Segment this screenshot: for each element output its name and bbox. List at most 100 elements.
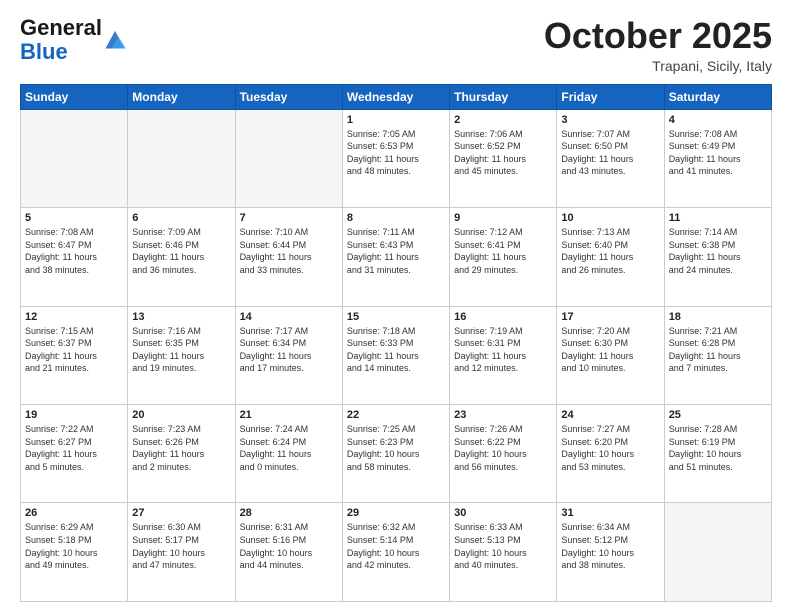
table-row: 11 Sunrise: 7:14 AM Sunset: 6:38 PM Dayli… bbox=[664, 208, 771, 306]
day-number: 11 bbox=[669, 212, 767, 224]
table-row bbox=[21, 109, 128, 207]
day-info: Sunrise: 7:19 AM Sunset: 6:31 PM Dayligh… bbox=[454, 325, 552, 375]
table-row: 24Sunrise: 7:27 AM Sunset: 6:20 PM Dayli… bbox=[557, 405, 664, 503]
table-row: 26 Sunrise: 6:29 AM Sunset: 5:18 PM Dayli… bbox=[21, 503, 128, 602]
day-info: Sunrise: 7:17 AM Sunset: 6:34 PM Dayligh… bbox=[240, 325, 338, 375]
table-row: 10Sunrise: 7:13 AM Sunset: 6:40 PM Dayli… bbox=[557, 208, 664, 306]
day-info: Sunrise: 6:33 AM Sunset: 5:13 PM Dayligh… bbox=[454, 521, 552, 571]
day-number: 12 bbox=[25, 311, 123, 323]
day-number: 30 bbox=[454, 507, 552, 519]
col-monday: Monday bbox=[128, 84, 235, 109]
day-number: 22 bbox=[347, 409, 445, 421]
day-info: Sunrise: 7:21 AM Sunset: 6:28 PM Dayligh… bbox=[669, 325, 767, 375]
day-number: 2 bbox=[454, 114, 552, 126]
calendar-week-row: 26 Sunrise: 6:29 AM Sunset: 5:18 PM Dayli… bbox=[21, 503, 772, 602]
day-info: Sunrise: 7:26 AM Sunset: 6:22 PM Dayligh… bbox=[454, 423, 552, 473]
day-number: 20 bbox=[132, 409, 230, 421]
day-number: 10 bbox=[561, 212, 659, 224]
day-info: Sunrise: 7:22 AM Sunset: 6:27 PM Dayligh… bbox=[25, 423, 123, 473]
table-row: 20Sunrise: 7:23 AM Sunset: 6:26 PM Dayli… bbox=[128, 405, 235, 503]
day-number: 8 bbox=[347, 212, 445, 224]
table-row: 16Sunrise: 7:19 AM Sunset: 6:31 PM Dayli… bbox=[450, 306, 557, 404]
day-number: 31 bbox=[561, 507, 659, 519]
col-thursday: Thursday bbox=[450, 84, 557, 109]
day-number: 27 bbox=[132, 507, 230, 519]
table-row bbox=[664, 503, 771, 602]
table-row: 1 Sunrise: 7:05 AM Sunset: 6:53 PM Daylig… bbox=[342, 109, 449, 207]
logo-text: General Blue bbox=[20, 16, 102, 64]
day-number: 14 bbox=[240, 311, 338, 323]
col-sunday: Sunday bbox=[21, 84, 128, 109]
table-row: 2 Sunrise: 7:06 AM Sunset: 6:52 PM Daylig… bbox=[450, 109, 557, 207]
day-number: 4 bbox=[669, 114, 767, 126]
day-info: Sunrise: 7:25 AM Sunset: 6:23 PM Dayligh… bbox=[347, 423, 445, 473]
logo-icon bbox=[104, 28, 126, 50]
calendar-week-row: 1 Sunrise: 7:05 AM Sunset: 6:53 PM Daylig… bbox=[21, 109, 772, 207]
day-info: Sunrise: 7:27 AM Sunset: 6:20 PM Dayligh… bbox=[561, 423, 659, 473]
table-row: 13Sunrise: 7:16 AM Sunset: 6:35 PM Dayli… bbox=[128, 306, 235, 404]
day-info: Sunrise: 7:07 AM Sunset: 6:50 PM Dayligh… bbox=[561, 128, 659, 178]
table-row bbox=[235, 109, 342, 207]
day-info: Sunrise: 6:32 AM Sunset: 5:14 PM Dayligh… bbox=[347, 521, 445, 571]
col-tuesday: Tuesday bbox=[235, 84, 342, 109]
title-block: October 2025 Trapani, Sicily, Italy bbox=[544, 16, 772, 74]
day-info: Sunrise: 7:28 AM Sunset: 6:19 PM Dayligh… bbox=[669, 423, 767, 473]
day-number: 6 bbox=[132, 212, 230, 224]
day-number: 21 bbox=[240, 409, 338, 421]
calendar-table: Sunday Monday Tuesday Wednesday Thursday… bbox=[20, 84, 772, 602]
table-row: 8Sunrise: 7:11 AM Sunset: 6:43 PM Daylig… bbox=[342, 208, 449, 306]
day-number: 17 bbox=[561, 311, 659, 323]
day-info: Sunrise: 6:34 AM Sunset: 5:12 PM Dayligh… bbox=[561, 521, 659, 571]
calendar-week-row: 12Sunrise: 7:15 AM Sunset: 6:37 PM Dayli… bbox=[21, 306, 772, 404]
table-row: 4 Sunrise: 7:08 AM Sunset: 6:49 PM Daylig… bbox=[664, 109, 771, 207]
day-info: Sunrise: 6:29 AM Sunset: 5:18 PM Dayligh… bbox=[25, 521, 123, 571]
day-number: 1 bbox=[347, 114, 445, 126]
day-number: 23 bbox=[454, 409, 552, 421]
table-row: 7 Sunrise: 7:10 AM Sunset: 6:44 PM Daylig… bbox=[235, 208, 342, 306]
day-info: Sunrise: 6:31 AM Sunset: 5:16 PM Dayligh… bbox=[240, 521, 338, 571]
day-number: 15 bbox=[347, 311, 445, 323]
day-info: Sunrise: 7:09 AM Sunset: 6:46 PM Dayligh… bbox=[132, 226, 230, 276]
day-info: Sunrise: 7:08 AM Sunset: 6:47 PM Dayligh… bbox=[25, 226, 123, 276]
table-row bbox=[128, 109, 235, 207]
calendar-week-row: 5 Sunrise: 7:08 AM Sunset: 6:47 PM Daylig… bbox=[21, 208, 772, 306]
day-number: 7 bbox=[240, 212, 338, 224]
day-number: 26 bbox=[25, 507, 123, 519]
logo-general: General bbox=[20, 15, 102, 40]
day-info: Sunrise: 7:20 AM Sunset: 6:30 PM Dayligh… bbox=[561, 325, 659, 375]
day-info: Sunrise: 7:24 AM Sunset: 6:24 PM Dayligh… bbox=[240, 423, 338, 473]
day-number: 3 bbox=[561, 114, 659, 126]
page: General Blue October 2025 Trapani, Sicil… bbox=[0, 0, 792, 612]
table-row: 3 Sunrise: 7:07 AM Sunset: 6:50 PM Daylig… bbox=[557, 109, 664, 207]
table-row: 15Sunrise: 7:18 AM Sunset: 6:33 PM Dayli… bbox=[342, 306, 449, 404]
location: Trapani, Sicily, Italy bbox=[544, 58, 772, 74]
logo: General Blue bbox=[20, 16, 126, 64]
table-row: 23 Sunrise: 7:26 AM Sunset: 6:22 PM Dayli… bbox=[450, 405, 557, 503]
day-info: Sunrise: 7:08 AM Sunset: 6:49 PM Dayligh… bbox=[669, 128, 767, 178]
table-row: 14 Sunrise: 7:17 AM Sunset: 6:34 PM Dayli… bbox=[235, 306, 342, 404]
day-info: Sunrise: 7:10 AM Sunset: 6:44 PM Dayligh… bbox=[240, 226, 338, 276]
table-row: 28 Sunrise: 6:31 AM Sunset: 5:16 PM Dayli… bbox=[235, 503, 342, 602]
col-saturday: Saturday bbox=[664, 84, 771, 109]
day-info: Sunrise: 7:12 AM Sunset: 6:41 PM Dayligh… bbox=[454, 226, 552, 276]
table-row: 29 Sunrise: 6:32 AM Sunset: 5:14 PM Dayli… bbox=[342, 503, 449, 602]
logo-blue: Blue bbox=[20, 39, 68, 64]
table-row: 27 Sunrise: 6:30 AM Sunset: 5:17 PM Dayli… bbox=[128, 503, 235, 602]
table-row: 5 Sunrise: 7:08 AM Sunset: 6:47 PM Daylig… bbox=[21, 208, 128, 306]
day-info: Sunrise: 7:14 AM Sunset: 6:38 PM Dayligh… bbox=[669, 226, 767, 276]
table-row: 21 Sunrise: 7:24 AM Sunset: 6:24 PM Dayli… bbox=[235, 405, 342, 503]
day-info: Sunrise: 7:16 AM Sunset: 6:35 PM Dayligh… bbox=[132, 325, 230, 375]
calendar-week-row: 19Sunrise: 7:22 AM Sunset: 6:27 PM Dayli… bbox=[21, 405, 772, 503]
table-row: 19Sunrise: 7:22 AM Sunset: 6:27 PM Dayli… bbox=[21, 405, 128, 503]
day-number: 5 bbox=[25, 212, 123, 224]
day-number: 29 bbox=[347, 507, 445, 519]
day-number: 28 bbox=[240, 507, 338, 519]
table-row: 31 Sunrise: 6:34 AM Sunset: 5:12 PM Dayli… bbox=[557, 503, 664, 602]
table-row: 12Sunrise: 7:15 AM Sunset: 6:37 PM Dayli… bbox=[21, 306, 128, 404]
day-info: Sunrise: 7:05 AM Sunset: 6:53 PM Dayligh… bbox=[347, 128, 445, 178]
table-row: 18Sunrise: 7:21 AM Sunset: 6:28 PM Dayli… bbox=[664, 306, 771, 404]
table-row: 6 Sunrise: 7:09 AM Sunset: 6:46 PM Daylig… bbox=[128, 208, 235, 306]
day-info: Sunrise: 6:30 AM Sunset: 5:17 PM Dayligh… bbox=[132, 521, 230, 571]
day-info: Sunrise: 7:06 AM Sunset: 6:52 PM Dayligh… bbox=[454, 128, 552, 178]
month-title: October 2025 bbox=[544, 16, 772, 56]
